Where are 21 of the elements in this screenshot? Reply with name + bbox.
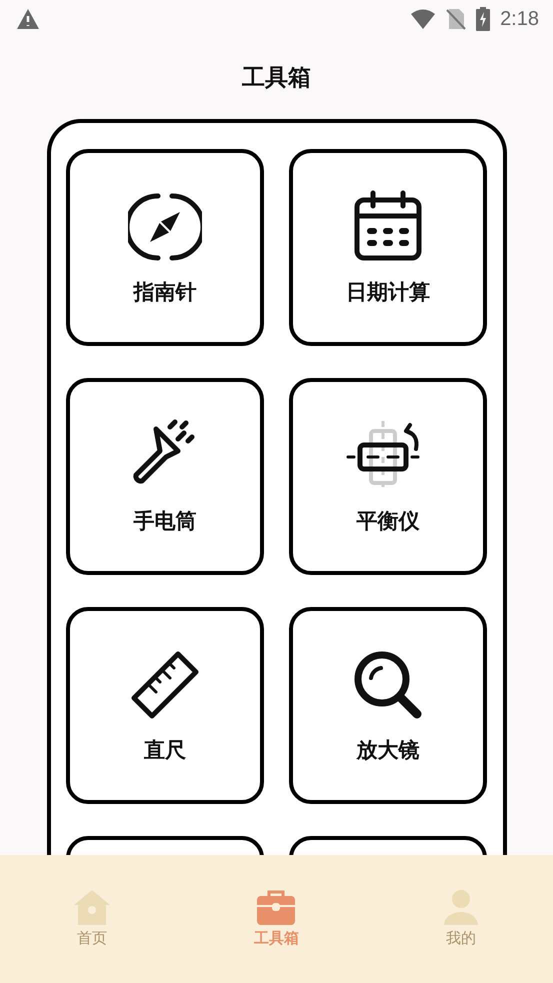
- tool-label: 手电筒: [134, 508, 196, 534]
- warning-icon: [16, 8, 40, 30]
- home-icon: [73, 889, 112, 925]
- tool-label: 平衡仪: [356, 508, 420, 534]
- status-time: 2:18: [500, 8, 539, 30]
- battery-icon: [476, 7, 490, 31]
- tool-card[interactable]: 手电筒: [66, 378, 264, 575]
- no-sim-icon: [446, 8, 466, 30]
- tool-label: 直尺: [144, 736, 186, 764]
- tool-card[interactable]: 直尺: [66, 607, 264, 804]
- tool-card[interactable]: 平衡仪: [289, 378, 487, 575]
- page-title: 工具箱: [242, 64, 311, 93]
- tool-label: 放大镜: [356, 736, 420, 764]
- briefcase-icon: [256, 889, 296, 925]
- tool-label: 日期计算: [346, 278, 430, 306]
- tool-card[interactable]: 放大镜: [289, 607, 487, 804]
- tool-card[interactable]: 指南针: [66, 149, 264, 346]
- tool-card[interactable]: 日期计算: [289, 149, 487, 346]
- tool-label: 指南针: [134, 278, 196, 306]
- person-icon: [442, 889, 480, 925]
- wifi-icon: [410, 9, 436, 29]
